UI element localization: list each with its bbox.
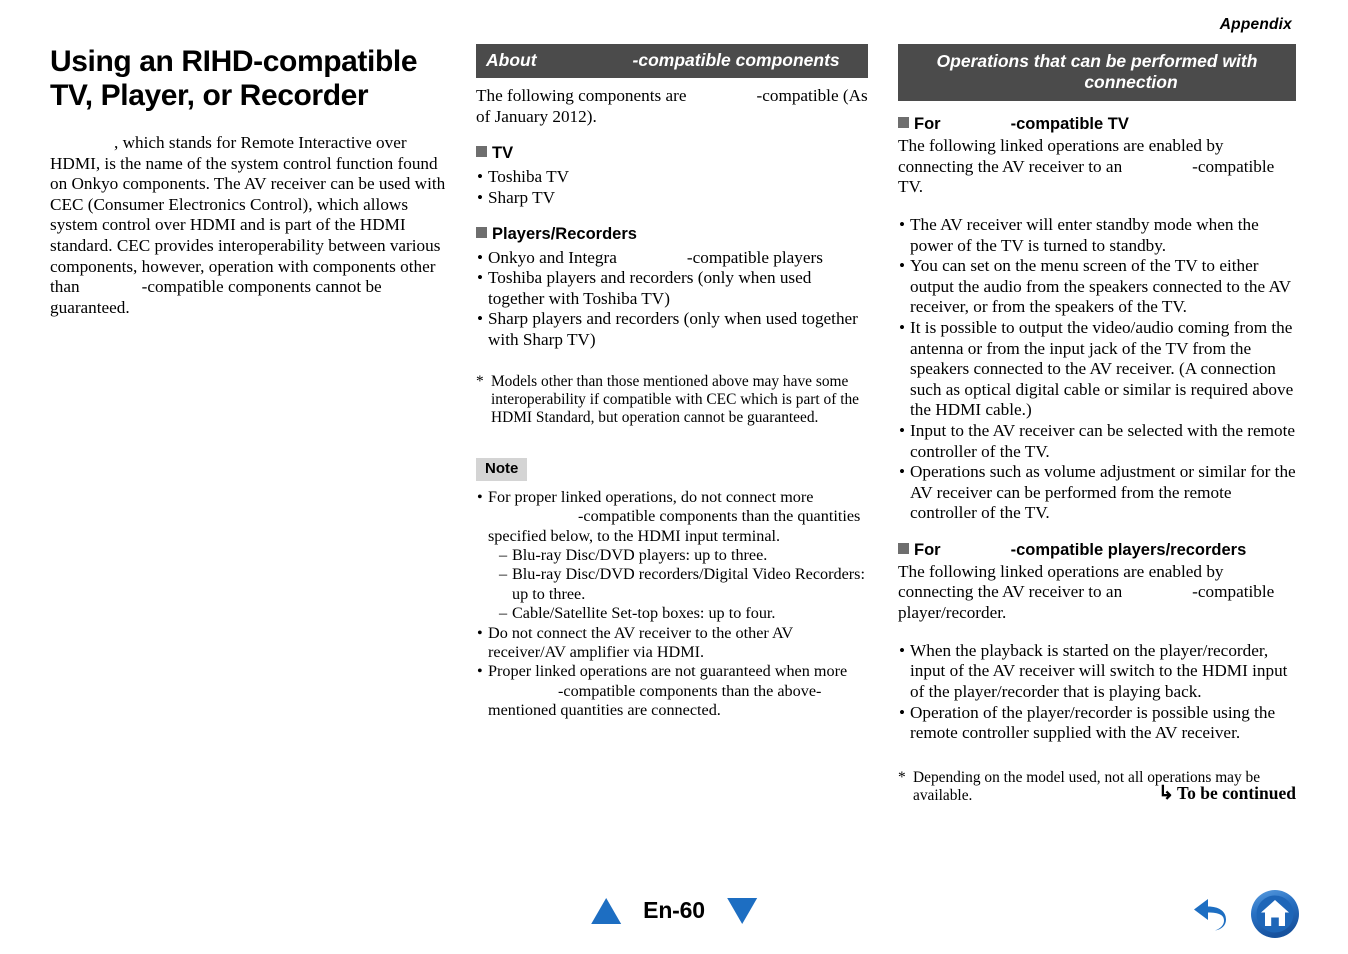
subheading-players-recorders: Players/Recorders [476, 225, 868, 244]
section-header-operations: Operations that can be performed with co… [898, 44, 1296, 101]
list-item: Toshiba TV [476, 167, 868, 188]
triangle-down-icon[interactable] [726, 897, 757, 924]
square-marker-icon [476, 146, 487, 158]
to-be-continued-label: To be continued [1177, 783, 1296, 803]
players-item-part2: -compatible players [686, 247, 823, 267]
list-item: Blu-ray Disc/DVD players: up to three. [499, 546, 868, 566]
note-sub-list: Blu-ray Disc/DVD players: up to three. B… [488, 546, 868, 624]
subheading-tv-label: TV [492, 144, 514, 163]
to-be-continued: ↳ To be continued [1158, 783, 1296, 804]
triangle-up-icon[interactable] [591, 897, 622, 924]
page-number-label: En-60 [643, 897, 705, 923]
subheading-for-players-part1: For [914, 540, 941, 559]
section-header-operations-line2-label: connection [1084, 72, 1178, 92]
subheading-for-tv-part2: -compatible TV [1010, 115, 1129, 133]
subheading-for-players-part2: -compatible players/recorders [1010, 540, 1247, 559]
list-item: You can set on the menu screen of the TV… [898, 256, 1296, 318]
for-players-intro: The following linked operations are enab… [898, 562, 1296, 624]
footnote-marker: * [476, 372, 484, 390]
note-badge: Note [476, 457, 528, 481]
middle-footnote: * Models other than those mentioned above… [476, 373, 868, 428]
subheading-tv: TV [476, 144, 868, 163]
list-item: For proper linked operations, do not con… [476, 488, 868, 624]
list-item: Onkyo and Integra -compatible players [476, 248, 868, 269]
subheading-for-tv-part1: For [914, 115, 941, 133]
note-item-1-part2: -compatible components than the quantiti… [488, 507, 861, 545]
left-column: Using an RIHD-compatible TV, Player, or … [50, 44, 450, 336]
home-icon[interactable] [1250, 889, 1300, 939]
note-item-3-part1: Proper linked operations are not guarant… [488, 662, 848, 681]
players-item-part1: Onkyo and Integra [488, 247, 617, 267]
note-list: For proper linked operations, do not con… [476, 488, 868, 721]
square-marker-icon [476, 226, 487, 238]
list-item: Input to the AV receiver can be selected… [898, 421, 1296, 462]
subheading-for-tv: For -compatible TV [898, 115, 1296, 134]
list-item: Operations such as volume adjustment or … [898, 462, 1296, 524]
list-item: Proper linked operations are not guarant… [476, 662, 868, 720]
section-header-operations-line1: Operations that can be performed with [936, 51, 1258, 71]
subheading-for-players: For -compatible players/recorders [898, 541, 1296, 560]
list-item: Operation of the player/recorder is poss… [898, 703, 1296, 744]
about-intro-part1: The following components are [476, 86, 687, 105]
section-header-about: About -compatible components [476, 44, 868, 78]
footnote-marker: * [898, 768, 906, 786]
running-head: Appendix [1219, 16, 1292, 33]
subheading-players-label: Players/Recorders [492, 224, 637, 243]
pager: En-60 [591, 897, 757, 924]
section-header-operations-line2: connection [910, 72, 1284, 93]
tv-list: Toshiba TV Sharp TV [476, 167, 868, 208]
list-item: When the playback is started on the play… [898, 641, 1296, 703]
for-tv-operations-list: The AV receiver will enter standby mode … [898, 215, 1296, 524]
turn-down-right-arrow-icon: ↳ [1158, 783, 1175, 804]
for-tv-intro: The following linked operations are enab… [898, 136, 1296, 198]
note-item-3-part2: -compatible components than the above-me… [488, 681, 822, 720]
intro-text-part1: , which stands for Remote Interactive ov… [50, 133, 446, 297]
note-item-1-part1: For proper linked operations, do not con… [488, 487, 814, 506]
list-item: Cable/Satellite Set-top boxes: up to fou… [499, 604, 868, 624]
list-item: It is possible to output the video/audio… [898, 318, 1296, 421]
square-marker-icon [898, 542, 909, 554]
section-header-about-label-1: About [486, 50, 537, 70]
square-marker-icon [898, 117, 909, 128]
about-intro-paragraph: The following components are -compatible … [476, 86, 868, 127]
list-item: Do not connect the AV receiver to the ot… [476, 624, 868, 663]
section-header-about-label-2: -compatible components [632, 50, 840, 70]
middle-column: About -compatible components The followin… [476, 44, 868, 721]
list-item: Blu-ray Disc/DVD recorders/Digital Video… [499, 565, 868, 604]
intro-paragraph: , which stands for Remote Interactive ov… [50, 133, 450, 318]
back-arrow-icon[interactable] [1188, 890, 1236, 938]
list-item: Toshiba players and recorders (only when… [476, 268, 868, 309]
list-item: Sharp players and recorders (only when u… [476, 309, 868, 350]
footer-navigation: En-60 [0, 890, 1348, 945]
list-item: The AV receiver will enter standby mode … [898, 215, 1296, 256]
intro-text-part2: -compatible components cannot be guarant… [50, 277, 382, 317]
footnote-text: Models other than those mentioned above … [491, 372, 860, 427]
right-column: Operations that can be performed with co… [898, 44, 1296, 806]
page-title: Using an RIHD-compatible TV, Player, or … [50, 45, 418, 112]
list-item: Sharp TV [476, 188, 868, 209]
footer-icon-group [1188, 889, 1300, 939]
for-players-operations-list: When the playback is started on the play… [898, 641, 1296, 744]
players-recorders-list: Onkyo and Integra -compatible players Tos… [476, 248, 868, 351]
for-tv-intro-part1: The following linked operations are enab… [898, 136, 1224, 176]
for-players-intro-part1: The following linked operations are enab… [898, 561, 1224, 602]
